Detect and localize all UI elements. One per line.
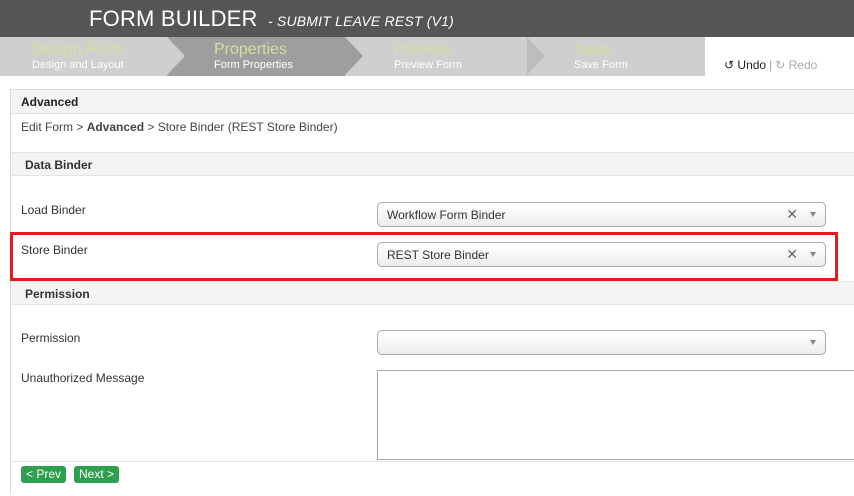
unauthorized-message-label: Unauthorized Message	[21, 371, 145, 385]
step-notch	[167, 37, 185, 75]
section-title: Data Binder	[25, 158, 93, 172]
breadcrumb-current: Advanced	[86, 120, 145, 134]
app-title-text: FORM BUILDER	[89, 6, 258, 31]
undo-label: Undo	[737, 58, 767, 72]
undo-button[interactable]: ↺ Undo	[724, 58, 766, 72]
section-data-binder: Data Binder	[11, 152, 854, 176]
undo-redo: ↺ Undo | ↻ Redo	[724, 58, 817, 72]
redo-icon: ↻	[775, 58, 786, 72]
undo-icon: ↺	[724, 58, 735, 72]
step-title: Design Form	[32, 41, 124, 58]
unauthorized-message-textarea[interactable]	[377, 370, 854, 460]
section-title: Permission	[25, 287, 90, 301]
step-title: Preview	[394, 41, 451, 58]
permission-select[interactable]	[377, 330, 826, 355]
step-save[interactable]: Save Save Form	[545, 37, 705, 76]
step-title: Properties	[214, 41, 287, 58]
step-desc: Form Properties	[214, 59, 293, 71]
wizard-steps: Design Form Design and Layout Properties…	[0, 37, 705, 76]
load-binder-label: Load Binder	[21, 203, 86, 217]
undo-redo-separator: |	[769, 58, 773, 72]
properties-panel: Advanced Edit Form > Advanced > Store Bi…	[10, 89, 854, 495]
redo-label: Redo	[788, 58, 818, 72]
chevron-down-icon[interactable]	[810, 340, 816, 345]
top-bar: FORM BUILDER - SUBMIT LEAVE REST (V1)	[0, 0, 854, 37]
section-permission: Permission	[11, 281, 854, 305]
step-desc: Design and Layout	[32, 59, 124, 71]
step-desc: Preview Form	[394, 59, 462, 71]
app-title: FORM BUILDER - SUBMIT LEAVE REST (V1)	[89, 6, 454, 32]
breadcrumb: Edit Form > Advanced > Store Binder (RES…	[21, 120, 338, 134]
panel-header: Advanced	[11, 90, 854, 114]
step-desc: Save Form	[574, 59, 628, 71]
breadcrumb-part: > Store Binder (REST Store Binder)	[144, 120, 338, 134]
prev-button[interactable]: < Prev	[21, 466, 67, 483]
chevron-down-icon[interactable]	[810, 212, 816, 217]
panel-title: Advanced	[21, 95, 79, 109]
step-separator-arrow	[345, 37, 363, 75]
highlight-box	[10, 232, 838, 281]
load-binder-select[interactable]: Workflow Form Binder ✕	[377, 202, 826, 227]
step-title: Save	[574, 41, 611, 58]
load-binder-value: Workflow Form Binder	[387, 208, 506, 222]
form-name: - SUBMIT LEAVE REST (V1)	[267, 13, 455, 29]
step-preview[interactable]: Preview Preview Form	[363, 37, 527, 76]
panel-footer: < Prev Next >	[11, 461, 854, 495]
step-separator-arrow	[527, 37, 545, 75]
step-design-form[interactable]: Design Form Design and Layout	[0, 37, 167, 76]
permission-label: Permission	[21, 331, 81, 345]
next-button[interactable]: Next >	[74, 466, 120, 483]
redo-button[interactable]: ↻ Redo	[775, 58, 817, 72]
clear-icon[interactable]: ✕	[786, 206, 798, 223]
step-properties[interactable]: Properties Form Properties	[167, 37, 345, 76]
breadcrumb-part: Edit Form >	[21, 120, 87, 134]
